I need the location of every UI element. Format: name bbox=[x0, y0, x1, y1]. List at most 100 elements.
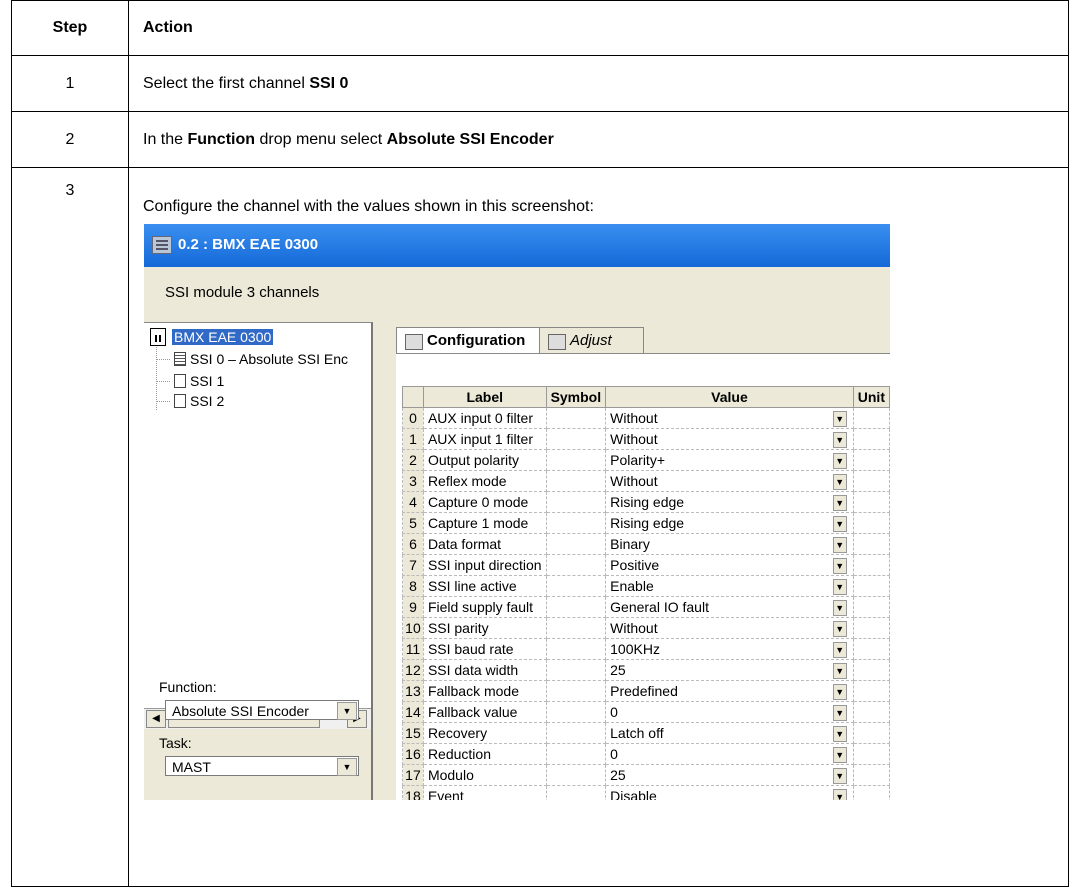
parameter-unit bbox=[852, 491, 890, 513]
value-text: Binary bbox=[610, 536, 650, 552]
parameter-label: Fallback value bbox=[422, 701, 547, 723]
parameter-symbol bbox=[545, 596, 607, 618]
chevron-down-icon[interactable]: ▼ bbox=[832, 726, 847, 742]
function-value: Absolute SSI Encoder bbox=[172, 703, 309, 719]
parameter-value[interactable]: Latch off ▼ bbox=[605, 722, 854, 744]
parameter-value[interactable]: Without ▼ bbox=[605, 428, 854, 450]
tab-adjust[interactable]: Adjust bbox=[539, 327, 644, 353]
document-icon bbox=[174, 394, 186, 408]
parameter-value[interactable]: 25 ▼ bbox=[605, 764, 854, 786]
table-row: 13 Fallback mode Predefined ▼ bbox=[402, 680, 890, 702]
tree-item-ssi2[interactable]: SSI 2 bbox=[174, 393, 224, 409]
table-row: 10 SSI parity Without ▼ bbox=[402, 617, 890, 639]
table-row: 8 SSI line active Enable ▼ bbox=[402, 575, 890, 597]
function-select[interactable]: Absolute SSI Encoder ▼ bbox=[165, 700, 359, 720]
parameter-value[interactable]: Polarity+ ▼ bbox=[605, 449, 854, 471]
value-text: 100KHz bbox=[610, 641, 660, 657]
chevron-down-icon[interactable]: ▼ bbox=[832, 474, 847, 490]
parameter-symbol bbox=[545, 743, 607, 765]
value-text: Latch off bbox=[610, 725, 664, 741]
parameter-label: Reflex mode bbox=[422, 470, 547, 492]
parameter-value[interactable]: Predefined ▼ bbox=[605, 680, 854, 702]
chevron-down-icon[interactable]: ▼ bbox=[832, 432, 847, 448]
parameter-label: SSI line active bbox=[422, 575, 547, 597]
header-row: Step Action bbox=[11, 0, 1069, 56]
parameter-value[interactable]: Rising edge ▼ bbox=[605, 491, 854, 513]
value-text: General IO fault bbox=[610, 599, 709, 615]
task-select[interactable]: MAST ▼ bbox=[165, 756, 359, 776]
action-cell: In the Function drop menu select Absolut… bbox=[128, 111, 1069, 168]
tree-connector bbox=[156, 359, 170, 360]
parameter-value[interactable]: General IO fault ▼ bbox=[605, 596, 854, 618]
chevron-down-icon[interactable]: ▼ bbox=[832, 495, 847, 511]
table-row: 18 Event Disable ▼ bbox=[402, 785, 890, 800]
parameter-symbol bbox=[545, 722, 607, 744]
tree-root[interactable]: BMX EAE 0300 bbox=[172, 329, 274, 345]
tree-item-ssi0[interactable]: SSI 0 – Absolute SSI Enc bbox=[174, 351, 348, 367]
chevron-down-icon[interactable]: ▼ bbox=[832, 579, 847, 595]
chevron-down-icon[interactable]: ▼ bbox=[832, 600, 847, 616]
config-screenshot: 0.2 : BMX EAE 0300 SSI module 3 channels… bbox=[144, 224, 890, 800]
chevron-down-icon[interactable]: ▼ bbox=[832, 516, 847, 532]
chevron-down-icon[interactable]: ▼ bbox=[832, 705, 847, 721]
parameter-symbol bbox=[545, 512, 607, 534]
chevron-down-icon[interactable]: ▼ bbox=[832, 621, 847, 637]
parameter-value[interactable]: Positive ▼ bbox=[605, 554, 854, 576]
parameter-unit bbox=[852, 764, 890, 786]
parameter-symbol bbox=[545, 659, 607, 681]
action-text: In the bbox=[143, 130, 188, 148]
row-index: 0 bbox=[402, 407, 424, 429]
table-row: 14 Fallback value 0 ▼ bbox=[402, 701, 890, 723]
scroll-left-icon[interactable]: ◀ bbox=[146, 710, 166, 728]
tree-connector bbox=[156, 401, 170, 402]
chevron-down-icon[interactable]: ▼ bbox=[832, 558, 847, 574]
parameter-grid: Label Symbol Value Unit 0 AUX input 0 fil… bbox=[402, 386, 890, 800]
parameter-value[interactable]: 100KHz ▼ bbox=[605, 638, 854, 660]
parameter-value[interactable]: 0 ▼ bbox=[605, 701, 854, 723]
action-cell: Select the first channel SSI 0 bbox=[128, 55, 1069, 112]
parameter-unit bbox=[852, 554, 890, 576]
row-index: 13 bbox=[402, 680, 424, 702]
parameter-unit bbox=[852, 449, 890, 471]
parameter-value[interactable]: Enable ▼ bbox=[605, 575, 854, 597]
row-index: 10 bbox=[402, 617, 424, 639]
parameter-unit bbox=[852, 743, 890, 765]
chevron-down-icon[interactable]: ▼ bbox=[832, 411, 847, 427]
value-text: Rising edge bbox=[610, 515, 685, 531]
tree-item-ssi1[interactable]: SSI 1 bbox=[174, 373, 224, 389]
parameter-value[interactable]: 0 ▼ bbox=[605, 743, 854, 765]
chevron-down-icon[interactable]: ▼ bbox=[832, 768, 847, 784]
table-row: 3 Reflex mode Without ▼ bbox=[402, 470, 890, 492]
chevron-down-icon[interactable]: ▼ bbox=[832, 537, 847, 553]
parameter-value[interactable]: Without ▼ bbox=[605, 407, 854, 429]
parameter-unit bbox=[852, 617, 890, 639]
value-text: Enable bbox=[610, 578, 654, 594]
parameter-value[interactable]: Without ▼ bbox=[605, 617, 854, 639]
parameter-unit bbox=[852, 575, 890, 597]
tab-configuration[interactable]: Configuration bbox=[396, 327, 540, 353]
parameter-value[interactable]: Binary ▼ bbox=[605, 533, 854, 555]
action-bold: Absolute SSI Encoder bbox=[386, 130, 554, 148]
parameter-label: Field supply fault bbox=[422, 596, 547, 618]
parameter-value[interactable]: Disable ▼ bbox=[605, 785, 854, 800]
chevron-down-icon[interactable]: ▼ bbox=[337, 758, 357, 776]
parameter-unit bbox=[852, 701, 890, 723]
task-value: MAST bbox=[172, 759, 211, 775]
grid-body: 0 AUX input 0 filter Without ▼ 1 AUX input 1 … bbox=[402, 407, 890, 800]
parameter-value[interactable]: 25 ▼ bbox=[605, 659, 854, 681]
chevron-down-icon[interactable]: ▼ bbox=[832, 747, 847, 763]
parameter-symbol bbox=[545, 575, 607, 597]
chevron-down-icon[interactable]: ▼ bbox=[832, 642, 847, 658]
chevron-down-icon[interactable]: ▼ bbox=[832, 789, 847, 800]
parameter-label: Modulo bbox=[422, 764, 547, 786]
chevron-down-icon[interactable]: ▼ bbox=[832, 663, 847, 679]
module-description: SSI module 3 channels bbox=[165, 284, 320, 301]
parameter-value[interactable]: Without ▼ bbox=[605, 470, 854, 492]
chevron-down-icon[interactable]: ▼ bbox=[832, 453, 847, 469]
parameter-unit bbox=[852, 533, 890, 555]
chevron-down-icon[interactable]: ▼ bbox=[832, 684, 847, 700]
parameter-value[interactable]: Rising edge ▼ bbox=[605, 512, 854, 534]
parameter-unit bbox=[852, 470, 890, 492]
chevron-down-icon[interactable]: ▼ bbox=[337, 702, 357, 720]
parameter-symbol bbox=[545, 785, 607, 800]
